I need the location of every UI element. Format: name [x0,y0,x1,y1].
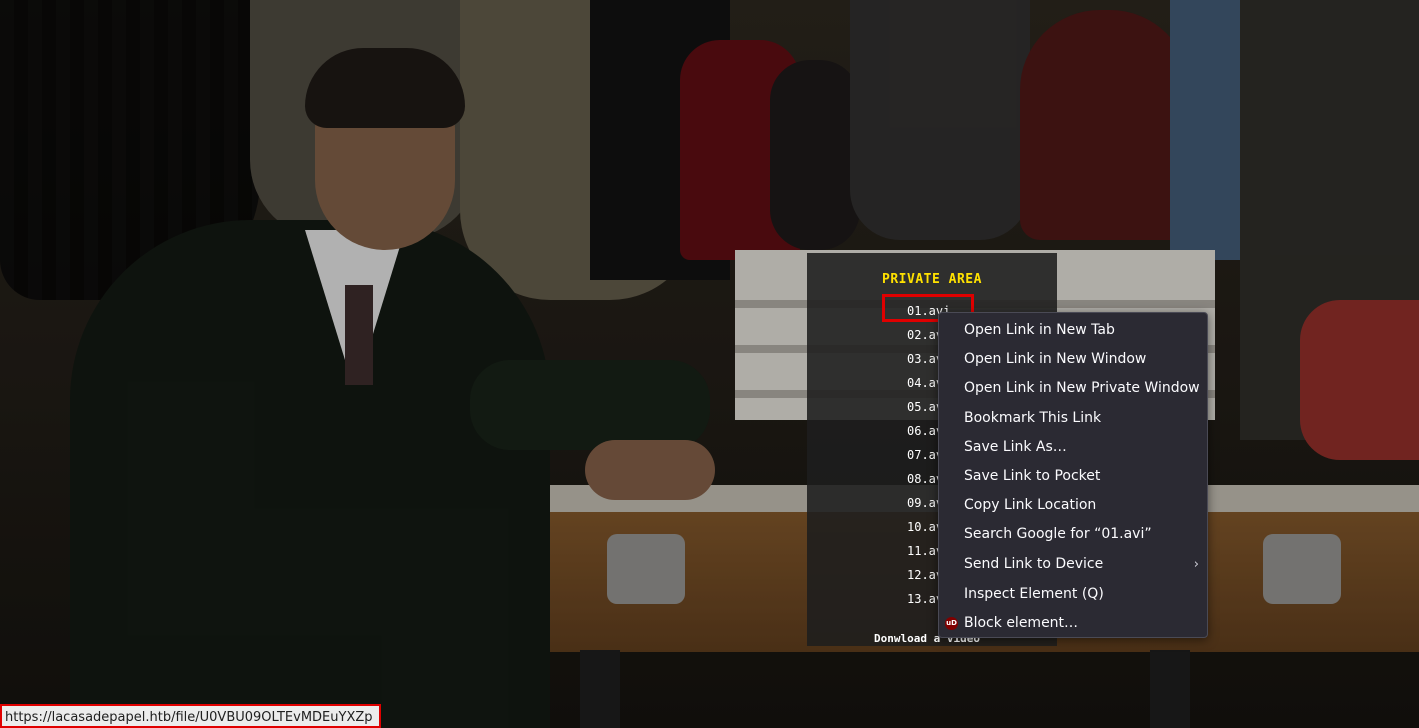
menu-item-label: Save Link As… [964,439,1067,455]
menu-item-label: Block element… [964,615,1079,631]
menu-item-label: Inspect Element (Q) [964,586,1104,602]
menu-open-private-window[interactable]: Open Link in New Private Window [939,375,1207,402]
ublock-origin-icon: uD [945,617,958,630]
menu-item-label: Search Google for “01.avi” [964,526,1152,542]
menu-item-label: Bookmark This Link [964,410,1102,426]
menu-search-google[interactable]: Search Google for “01.avi” [939,521,1207,548]
menu-item-label: Open Link in New Window [964,351,1147,367]
menu-item-label: Save Link to Pocket [964,468,1101,484]
private-area-title: PRIVATE AREA [882,272,982,287]
menu-block-element[interactable]: uD Block element… [939,610,1207,637]
menu-copy-link-location[interactable]: Copy Link Location [939,492,1207,519]
menu-bookmark-link[interactable]: Bookmark This Link [939,405,1207,432]
menu-save-link-as[interactable]: Save Link As… [939,434,1207,461]
menu-inspect-element[interactable]: Inspect Element (Q) [939,581,1207,608]
chevron-right-icon: › [1193,557,1199,572]
menu-open-new-tab[interactable]: Open Link in New Tab [939,317,1207,344]
menu-item-label: Open Link in New Private Window [964,380,1200,396]
menu-item-label: Open Link in New Tab [964,322,1115,338]
menu-send-link-to-device[interactable]: Send Link to Device › [939,551,1207,578]
menu-save-to-pocket[interactable]: Save Link to Pocket [939,463,1207,490]
menu-item-label: Copy Link Location [964,497,1097,513]
menu-item-label: Send Link to Device [964,556,1104,572]
menu-open-new-window[interactable]: Open Link in New Window [939,346,1207,373]
link-context-menu: Open Link in New Tab Open Link in New Wi… [938,312,1208,638]
status-bar-url: https://lacasadepapel.htb/file/U0VBU09OL… [0,704,381,728]
